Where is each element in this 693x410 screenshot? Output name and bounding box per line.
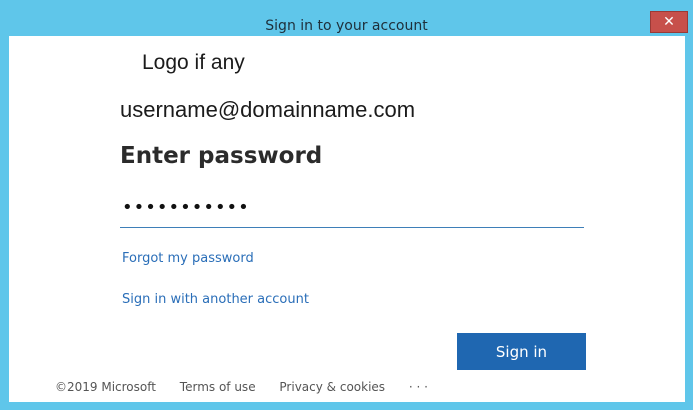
close-button[interactable]: ✕ xyxy=(650,11,688,33)
account-name: username@domainname.com xyxy=(120,97,416,122)
password-field xyxy=(120,191,584,228)
logo-placeholder: Logo if any xyxy=(142,51,245,74)
signin-dialog: Sign in to your account ✕ Logo if any us… xyxy=(0,0,693,410)
copyright-text: ©2019 Microsoft xyxy=(55,380,156,394)
password-input[interactable] xyxy=(120,191,582,223)
footer: ©2019 Microsoft Terms of use Privacy & c… xyxy=(55,380,448,394)
privacy-link[interactable]: Privacy & cookies xyxy=(279,380,385,394)
titlebar: Sign in to your account ✕ xyxy=(0,0,693,36)
another-account-link[interactable]: Sign in with another account xyxy=(122,292,309,307)
close-icon: ✕ xyxy=(663,14,675,30)
forgot-password-link[interactable]: Forgot my password xyxy=(122,251,254,266)
window-title: Sign in to your account xyxy=(265,18,428,34)
more-options-button[interactable]: · · · xyxy=(409,380,428,394)
signin-content: Logo if any username@domainname.com Ente… xyxy=(9,36,685,402)
signin-button[interactable]: Sign in xyxy=(457,333,586,370)
page-title: Enter password xyxy=(120,143,323,169)
terms-link[interactable]: Terms of use xyxy=(180,380,256,394)
